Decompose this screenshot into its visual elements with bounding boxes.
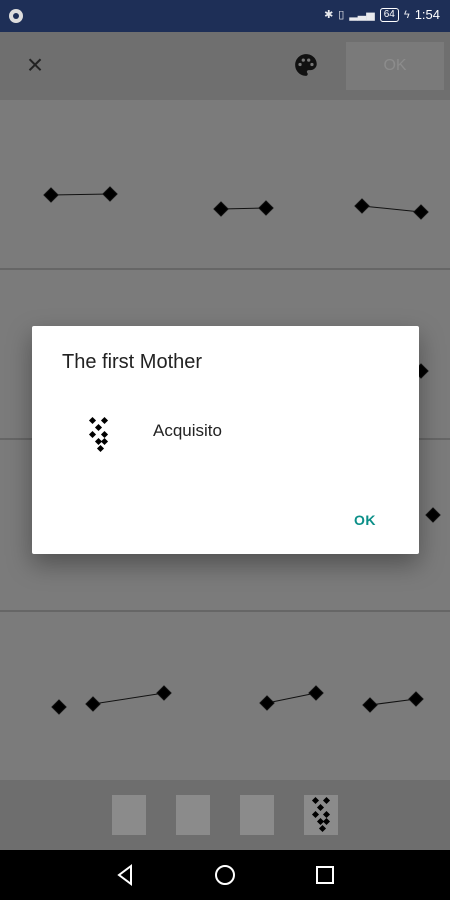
charging-icon: ϟ	[403, 8, 410, 21]
home-icon[interactable]	[212, 862, 238, 888]
palette-icon[interactable]	[293, 52, 319, 78]
recents-icon[interactable]	[312, 862, 338, 888]
dialog-title: The first Mother	[62, 351, 203, 373]
signal-icon: ▂▃▅	[349, 9, 375, 21]
toolbar-ok-button[interactable]: OK	[346, 42, 444, 90]
figure-thumbnail[interactable]	[112, 795, 146, 835]
app-circle-icon	[9, 9, 23, 23]
figure-name: Acquisito	[153, 421, 222, 440]
navigation-bar	[0, 850, 450, 900]
top-toolbar: × OK	[0, 32, 450, 100]
dialog-ok-button[interactable]: OK	[354, 512, 376, 528]
geomantic-figure-icon	[311, 796, 331, 833]
back-icon[interactable]	[112, 862, 138, 888]
info-dialog: The first Mother Acquisito OK	[32, 326, 419, 554]
figure-thumbnail[interactable]	[240, 795, 274, 835]
figure-thumbnail[interactable]	[176, 795, 210, 835]
geomantic-figure-icon	[88, 416, 109, 453]
vibrate-icon: ▯	[338, 9, 345, 21]
status-right: ✱ ▯ ▂▃▅ 64 ϟ 1:54	[324, 7, 440, 22]
clock: 1:54	[414, 7, 440, 22]
figure-thumbnail-acquisitio[interactable]	[304, 795, 338, 835]
figure-strip	[0, 780, 450, 850]
close-icon[interactable]: ×	[22, 51, 48, 79]
battery-icon: 64	[379, 7, 399, 22]
status-bar: ✱ ▯ ▂▃▅ 64 ϟ 1:54	[0, 0, 450, 32]
bluetooth-icon: ✱	[324, 9, 334, 21]
